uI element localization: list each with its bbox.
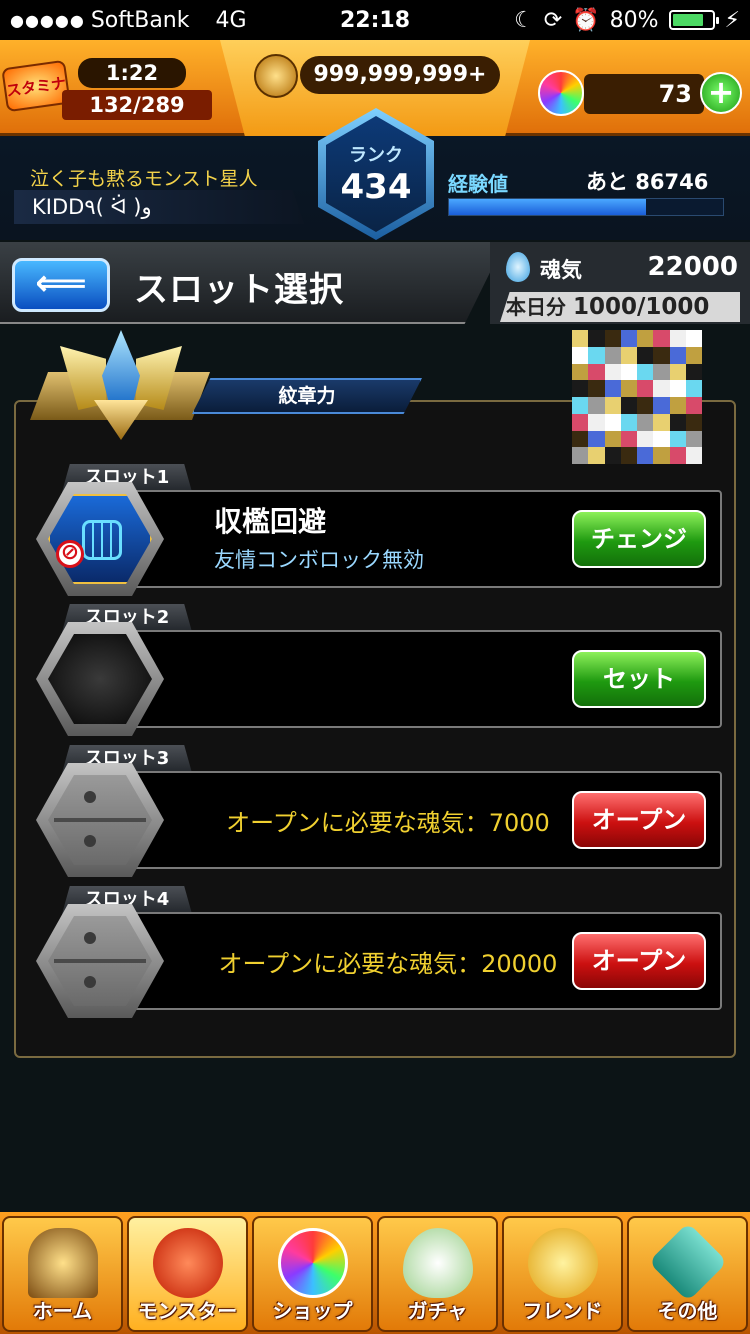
change-button[interactable]: チェンジ bbox=[572, 510, 706, 568]
player-name: KIDD٩( ᐛ )و bbox=[14, 190, 304, 224]
open-button[interactable]: オープン bbox=[572, 791, 706, 849]
daily-value: 1000/1000 bbox=[572, 294, 710, 320]
rank-label: ランク bbox=[349, 145, 403, 166]
crest-name: 収檻回避 bbox=[214, 505, 327, 538]
crest-emblem-icon bbox=[56, 330, 186, 446]
question-icon bbox=[647, 1222, 728, 1302]
battery-percent: 80% bbox=[609, 7, 659, 33]
locked-slot-icon bbox=[48, 916, 152, 1006]
slot-row: スロット1 収檻回避 友情コンボロック無効 チェンジ ⊘ bbox=[36, 464, 722, 596]
crest-power-label: 紋章力 bbox=[192, 378, 422, 414]
nav-label: ガチャ bbox=[407, 1299, 468, 1323]
slot-body: オープンに必要な魂気：7000 オープン bbox=[76, 771, 722, 869]
home-gate-icon bbox=[27, 1228, 98, 1298]
cage-icon bbox=[82, 520, 122, 560]
soul-panel: 魂気 22000 本日分 1000/1000 bbox=[490, 242, 750, 324]
slot-body: 収檻回避 友情コンボロック無効 チェンジ bbox=[76, 490, 722, 588]
orb-icon bbox=[538, 70, 584, 116]
monster-icon bbox=[152, 1228, 223, 1298]
nav-other[interactable]: その他 bbox=[627, 1216, 748, 1332]
nav-home[interactable]: ホーム bbox=[2, 1216, 123, 1332]
moon-icon: ☾ bbox=[514, 7, 534, 33]
nav-friend[interactable]: フレンド bbox=[502, 1216, 623, 1332]
nav-label: ホーム bbox=[32, 1299, 93, 1323]
charging-icon: ⚡ bbox=[724, 7, 740, 33]
slot-row: スロット2 セット bbox=[36, 604, 722, 736]
empty-slot-icon bbox=[48, 634, 152, 724]
open-cost: オープンに必要な魂気：7000 bbox=[226, 809, 550, 837]
nav-label: フレンド bbox=[522, 1299, 603, 1323]
slot-body: セット bbox=[76, 630, 722, 728]
rotation-lock-icon: ⟳ bbox=[543, 7, 563, 33]
daily-soul: 本日分 1000/1000 bbox=[500, 292, 740, 322]
soul-value: 22000 bbox=[647, 252, 738, 282]
add-orbs-button[interactable]: + bbox=[700, 72, 742, 114]
slot-panel: スロット1 収檻回避 友情コンボロック無効 チェンジ ⊘ スロット2 セット ス… bbox=[14, 400, 736, 1058]
open-cost: オープンに必要な魂気：20000 bbox=[218, 950, 558, 978]
orb-count: 73 bbox=[584, 74, 704, 114]
rank-value: 434 bbox=[340, 167, 412, 207]
exp-label: 経験値 bbox=[448, 172, 508, 196]
coin-icon bbox=[254, 54, 298, 98]
page-title: スロット選択 bbox=[134, 270, 344, 310]
back-button[interactable]: ⟸ bbox=[12, 258, 110, 312]
pixelated-avatar bbox=[572, 330, 702, 464]
stamina-icon: スタミナ bbox=[1, 59, 71, 113]
nav-label: ショップ bbox=[272, 1299, 353, 1323]
alarm-icon: ⏰ bbox=[572, 7, 600, 33]
player-header: スタミナ 1:22 132/289 999,999,999+ 73 + 泣く子も… bbox=[0, 40, 750, 240]
slot-body: オープンに必要な魂気：20000 オープン bbox=[76, 912, 722, 1010]
battery-icon bbox=[668, 10, 719, 30]
nav-gacha[interactable]: ガチャ bbox=[377, 1216, 498, 1332]
egg-icon bbox=[402, 1228, 473, 1298]
nav-label: その他 bbox=[657, 1299, 718, 1323]
stamina-count: 132/289 bbox=[62, 90, 212, 120]
open-button[interactable]: オープン bbox=[572, 932, 706, 990]
coin-count: 999,999,999+ bbox=[300, 56, 500, 94]
nav-shop[interactable]: ショップ bbox=[252, 1216, 373, 1332]
orb-shop-icon bbox=[277, 1228, 348, 1298]
soul-drop-icon bbox=[506, 252, 530, 282]
prohibited-icon: ⊘ bbox=[56, 540, 84, 568]
soul-label: 魂気 bbox=[540, 258, 582, 282]
player-title: 泣く子も黙るモンスト星人 bbox=[30, 168, 258, 190]
stamina-timer: 1:22 bbox=[78, 58, 186, 88]
nav-label: モンスター bbox=[137, 1299, 238, 1323]
exp-remaining: あと 86746 bbox=[586, 170, 709, 194]
exp-bar bbox=[448, 198, 724, 216]
title-bar: ⟸ スロット選択 魂気 22000 本日分 1000/1000 bbox=[0, 242, 750, 324]
slot-row: スロット4 オープンに必要な魂気：20000 オープン bbox=[36, 886, 722, 1018]
bottom-nav: ホーム モンスター ショップ ガチャ フレンド その他 bbox=[0, 1212, 750, 1334]
exp-bar-fill bbox=[449, 199, 647, 215]
daily-label: 本日分 bbox=[506, 295, 566, 319]
slot-row: スロット3 オープンに必要な魂気：7000 オープン bbox=[36, 745, 722, 877]
friends-icon bbox=[527, 1228, 598, 1298]
set-button[interactable]: セット bbox=[572, 650, 706, 708]
status-bar: ●●●●● SoftBank 4G 22:18 ☾ ⟳ ⏰ 80% ⚡ bbox=[0, 0, 750, 40]
nav-monster[interactable]: モンスター bbox=[127, 1216, 248, 1332]
locked-slot-icon bbox=[48, 775, 152, 865]
crest-description: 友情コンボロック無効 bbox=[214, 548, 424, 572]
